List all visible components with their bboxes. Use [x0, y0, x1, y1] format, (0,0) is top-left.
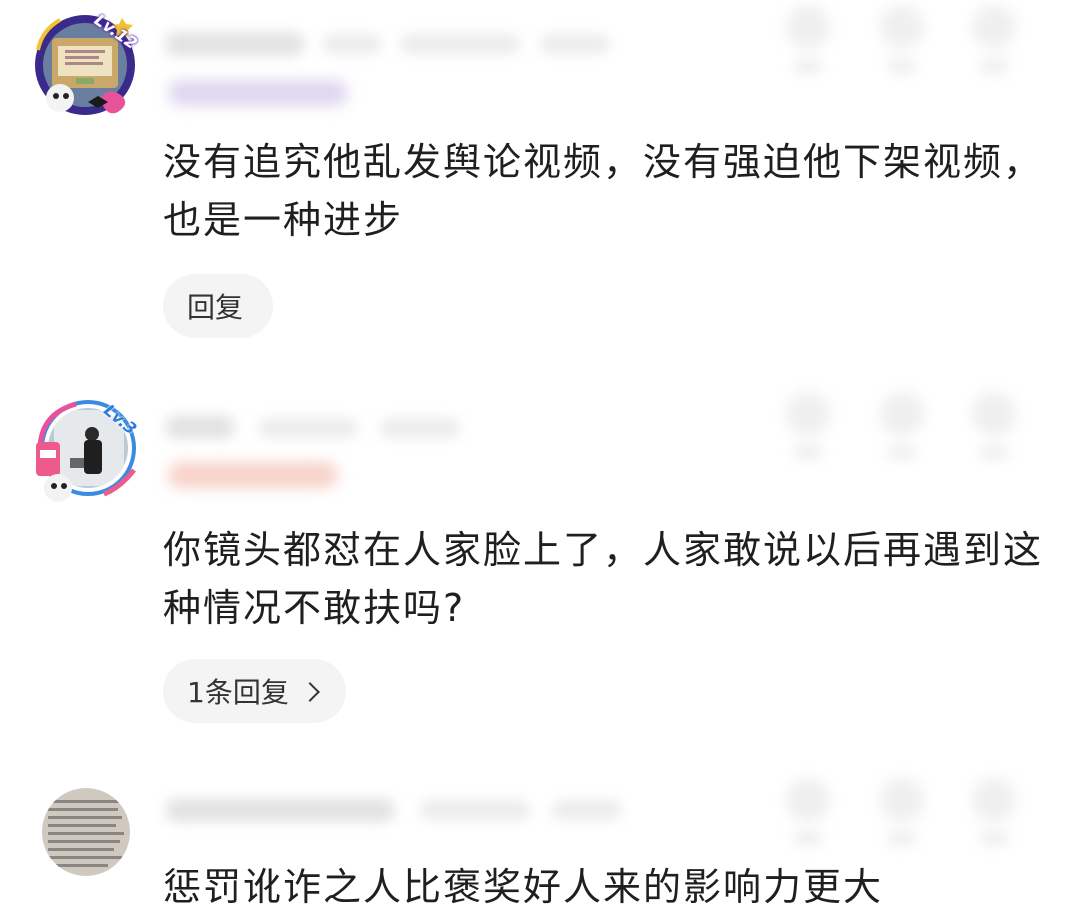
avatar-image-icon: [42, 788, 130, 876]
username-blurred[interactable]: [165, 798, 395, 822]
comment-item-3: 惩罚讹诈之人比褒奖好人来的影响力更大: [0, 0, 1080, 923]
avatar-3[interactable]: [40, 786, 132, 878]
like-count-blurred: [793, 830, 823, 846]
share-icon[interactable]: [972, 778, 1016, 822]
timestamp-blurred: [420, 800, 530, 820]
share-count-blurred: [979, 830, 1009, 846]
dislike-icon[interactable]: [880, 778, 924, 822]
dislike-count-blurred: [887, 830, 917, 846]
comment-text: 惩罚讹诈之人比褒奖好人来的影响力更大: [163, 865, 884, 909]
like-icon[interactable]: [786, 778, 830, 822]
location-blurred: [552, 800, 622, 820]
